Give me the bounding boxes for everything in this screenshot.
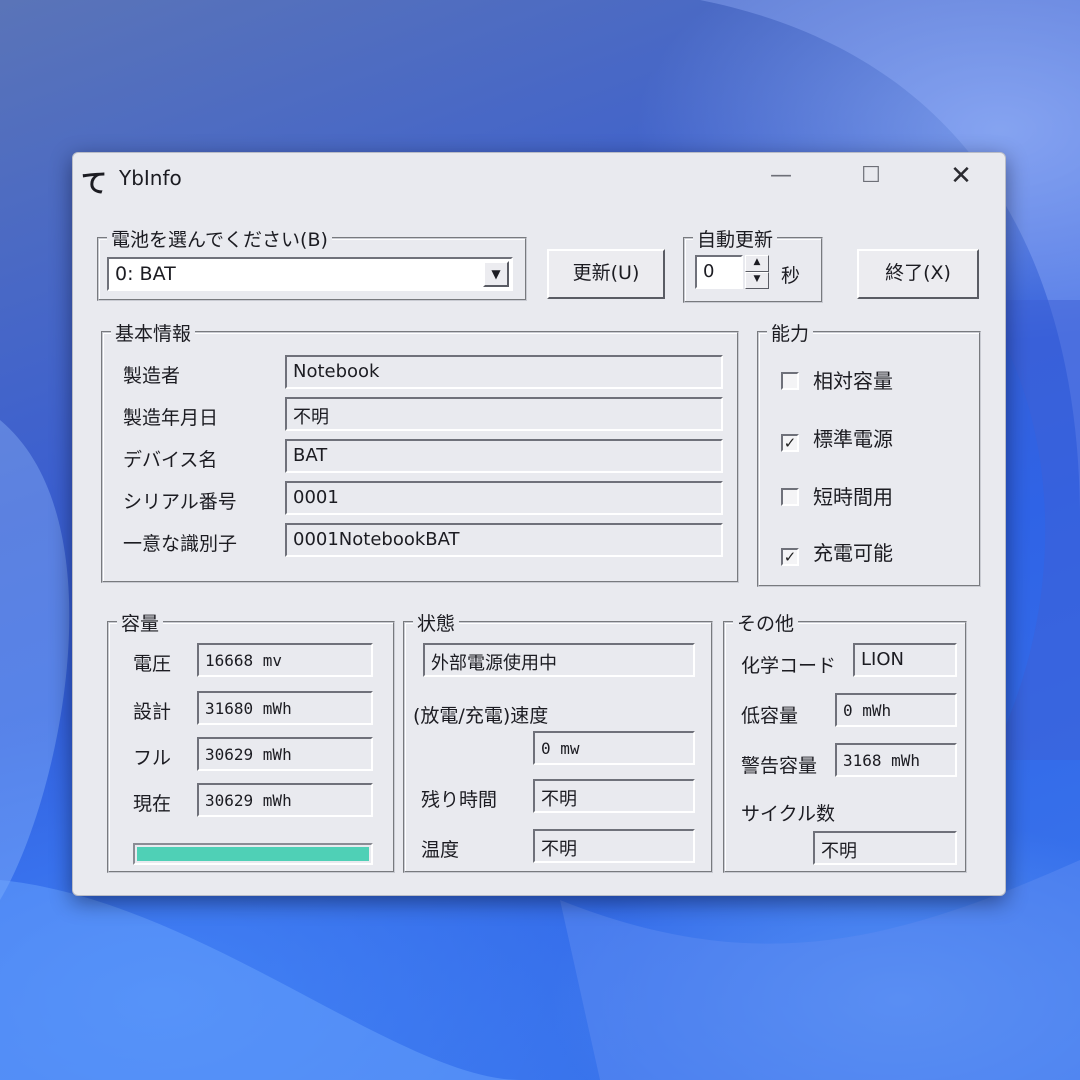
checkbox-label: 充電可能 [813, 541, 893, 565]
battery-select-legend: 電池を選んでください(B) [107, 225, 332, 252]
current-label: 現在 [133, 793, 172, 815]
other-group: その他 化学コード LION 低容量 0 mWh 警告容量 3168 mWh サ… [723, 609, 967, 873]
maximize-button[interactable]: ☐ [849, 159, 893, 193]
capability-rechargeable[interactable]: ✓ 充電可能 [781, 537, 893, 566]
status-legend: 状態 [413, 609, 460, 636]
close-button[interactable]: ✕ [939, 159, 983, 193]
spin-up-icon[interactable]: ▲ [745, 255, 769, 272]
charge-progress-fill [137, 847, 369, 861]
design-label: 設計 [133, 701, 172, 723]
unique-id-field: 0001NotebookBAT [285, 523, 723, 557]
chemistry-label: 化学コード [741, 655, 837, 677]
manufacture-date-label: 製造年月日 [123, 407, 219, 429]
temperature-field: 不明 [533, 829, 695, 863]
serial-number-field: 0001 [285, 481, 723, 515]
capacity-legend: 容量 [117, 609, 164, 636]
checkbox-label: 標準電源 [813, 427, 893, 451]
rate-field: 0 mw [533, 731, 695, 765]
device-name-label: デバイス名 [123, 449, 218, 471]
capacity-group: 容量 電圧 16668 mv 設計 31680 mWh フル 30629 mWh… [107, 609, 395, 873]
auto-update-group: 自動更新 0 ▲ ▼ 秒 [683, 225, 823, 303]
status-group: 状態 外部電源使用中 (放電/充電)速度 0 mw 残り時間 不明 温度 不明 [403, 609, 713, 873]
ybinfo-window: て YbInfo — ☐ ✕ 電池を選んでください(B) 0: BAT ▼ 更新… [72, 152, 1006, 896]
device-name-field: BAT [285, 439, 723, 473]
voltage-field: 16668 mv [197, 643, 373, 677]
full-label: フル [133, 747, 172, 769]
design-field: 31680 mWh [197, 691, 373, 725]
serial-number-label: シリアル番号 [123, 491, 237, 513]
checkbox-system-power[interactable]: ✓ [781, 434, 799, 452]
low-capacity-label: 低容量 [741, 705, 799, 727]
checkbox-relative-capacity[interactable] [781, 372, 799, 390]
chevron-down-icon[interactable]: ▼ [483, 261, 509, 287]
temperature-label: 温度 [421, 839, 460, 861]
low-capacity-field: 0 mWh [835, 693, 957, 727]
other-legend: その他 [733, 609, 799, 636]
current-field: 30629 mWh [197, 783, 373, 817]
unique-id-label: 一意な識別子 [123, 533, 238, 555]
exit-button[interactable]: 終了(X) [857, 249, 979, 299]
basic-info-legend: 基本情報 [111, 319, 196, 346]
warning-capacity-field: 3168 mWh [835, 743, 957, 777]
checkbox-label: 相対容量 [813, 369, 893, 393]
rate-label: (放電/充電)速度 [413, 705, 549, 727]
auto-update-spinner[interactable]: ▲ ▼ [745, 255, 769, 289]
spin-down-icon[interactable]: ▼ [745, 272, 769, 289]
full-field: 30629 mWh [197, 737, 373, 771]
checkbox-label: 短時間用 [813, 485, 893, 509]
capability-system-power[interactable]: ✓ 標準電源 [781, 423, 893, 452]
charge-progress-bar [133, 843, 373, 865]
capability-short-term[interactable]: 短時間用 [781, 481, 893, 510]
power-state-field: 外部電源使用中 [423, 643, 695, 677]
auto-update-input[interactable]: 0 [695, 255, 743, 289]
auto-update-legend: 自動更新 [693, 225, 778, 252]
title-bar[interactable]: て YbInfo — ☐ ✕ [73, 153, 1005, 203]
voltage-label: 電圧 [133, 653, 172, 675]
window-title: YbInfo [119, 166, 182, 190]
refresh-button[interactable]: 更新(U) [547, 249, 665, 299]
remaining-time-field: 不明 [533, 779, 695, 813]
auto-update-unit: 秒 [781, 265, 801, 287]
battery-select-group: 電池を選んでください(B) 0: BAT ▼ [97, 225, 527, 301]
chemistry-field: LION [853, 643, 957, 677]
capability-group: 能力 相対容量 ✓ 標準電源 短時間用 ✓ 充電可能 [757, 319, 981, 587]
cycle-count-label: サイクル数 [741, 803, 836, 825]
minimize-button[interactable]: — [759, 159, 803, 193]
manufacture-date-field: 不明 [285, 397, 723, 431]
capability-relative-capacity[interactable]: 相対容量 [781, 365, 893, 394]
basic-info-group: 基本情報 製造者 Notebook 製造年月日 不明 デバイス名 BAT シリア… [101, 319, 739, 583]
battery-select-combobox[interactable]: 0: BAT ▼ [107, 257, 513, 291]
manufacturer-field: Notebook [285, 355, 723, 389]
manufacturer-label: 製造者 [123, 365, 181, 387]
battery-select-value: 0: BAT [115, 263, 176, 285]
checkbox-rechargeable[interactable]: ✓ [781, 548, 799, 566]
cycle-count-field: 不明 [813, 831, 957, 865]
capability-legend: 能力 [767, 319, 814, 346]
remaining-time-label: 残り時間 [421, 789, 498, 811]
warning-capacity-label: 警告容量 [741, 755, 818, 777]
app-icon: て [81, 169, 108, 199]
checkbox-short-term[interactable] [781, 488, 799, 506]
